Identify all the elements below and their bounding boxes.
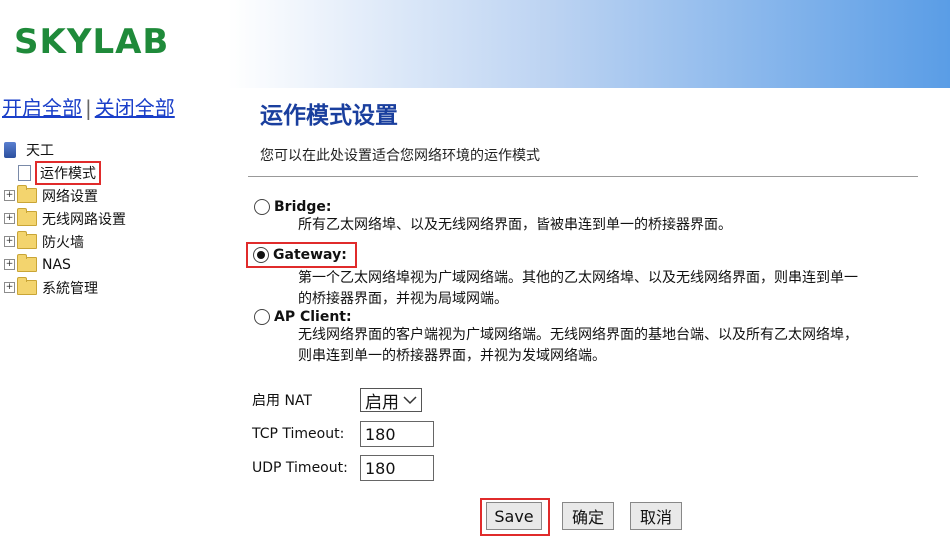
- tree-item-label: 网络设置: [42, 188, 98, 205]
- tree-item-label: 无线网路设置: [42, 211, 126, 228]
- tcp-timeout-label: TCP Timeout:: [252, 426, 345, 442]
- tree-item-label: NAS: [42, 256, 71, 273]
- udp-timeout-label: UDP Timeout:: [252, 460, 348, 476]
- udp-row: UDP Timeout: 180: [252, 455, 434, 481]
- page-icon: [18, 164, 31, 181]
- collapse-all-link[interactable]: 关闭全部: [95, 96, 175, 120]
- nat-row: 启用 NAT 启用: [252, 388, 422, 413]
- mode-gateway: Gateway: 第一个乙太网络埠视为广域网络端。其他的乙太网络埠、以及无线网络…: [246, 242, 858, 310]
- nav-tree: 天工 运作模式 + 网络设置 + 无线网路设置 + 防火墙 + NAS + 系統…: [4, 138, 126, 299]
- page-description: 您可以在此处设置适合您网络环境的运作模式: [260, 148, 540, 164]
- nat-select[interactable]: 启用: [360, 388, 422, 413]
- apclient-label[interactable]: AP Client:: [274, 309, 352, 325]
- tcp-row: TCP Timeout: 180: [252, 421, 434, 447]
- gateway-label[interactable]: Gateway:: [273, 247, 347, 263]
- sidebar: SKYLAB 开启全部 | 关闭全部 天工 运作模式 + 网络设置 + 无线网路设置…: [0, 0, 228, 539]
- gateway-highlight: Gateway:: [246, 242, 357, 268]
- nat-label: 启用 NAT: [252, 393, 312, 409]
- expand-all-link[interactable]: 开启全部: [2, 96, 82, 120]
- folder-icon: [17, 208, 37, 226]
- folder-icon: [17, 277, 37, 295]
- expand-plus-icon[interactable]: +: [4, 236, 15, 247]
- confirm-button[interactable]: 确定: [562, 502, 614, 530]
- tree-item-operation-mode[interactable]: 运作模式: [4, 160, 126, 185]
- gateway-description-line2: 的桥接器界面，并视为局域网端。: [298, 291, 508, 307]
- page-title: 运作模式设置: [260, 103, 398, 129]
- expand-plus-icon[interactable]: +: [4, 213, 15, 224]
- chevron-down-icon: [403, 396, 417, 405]
- tree-item-nas[interactable]: + NAS: [4, 253, 126, 276]
- apclient-description-line2: 则串连到单一的桥接器界面，并视为发域网络端。: [298, 348, 606, 364]
- separator: |: [85, 96, 92, 120]
- tree-item-system[interactable]: + 系統管理: [4, 276, 126, 299]
- header-banner: [228, 0, 950, 88]
- cancel-button[interactable]: 取消: [630, 502, 682, 530]
- expand-plus-icon[interactable]: +: [4, 190, 15, 201]
- tree-root-label: 天工: [26, 142, 54, 159]
- tree-item-firewall[interactable]: + 防火墙: [4, 230, 126, 253]
- tree-item-operation-mode-label: 运作模式: [35, 160, 101, 185]
- mode-apclient: AP Client: 无线网络界面的客户端视为广域网络端。无线网络界面的基地台端…: [254, 309, 858, 367]
- expand-plus-icon[interactable]: +: [4, 282, 15, 293]
- tree-item-network[interactable]: + 网络设置: [4, 184, 126, 207]
- nat-select-value: 启用: [365, 392, 399, 413]
- tree-item-wireless[interactable]: + 无线网路设置: [4, 207, 126, 230]
- bridge-description: 所有乙太网络埠、以及无线网络界面，皆被串连到单一的桥接器界面。: [298, 217, 732, 233]
- tree-toggle-links: 开启全部 | 关闭全部: [2, 92, 175, 121]
- bridge-radio[interactable]: [254, 199, 270, 215]
- folder-icon: [17, 185, 37, 203]
- gateway-description-line1: 第一个乙太网络埠视为广域网络端。其他的乙太网络埠、以及无线网络界面，则串连到单一: [298, 270, 858, 286]
- folder-icon: [17, 254, 37, 272]
- computer-icon: [4, 141, 16, 158]
- tree-item-label: 防火墙: [42, 234, 84, 251]
- expand-plus-icon[interactable]: +: [4, 259, 15, 270]
- apclient-radio[interactable]: [254, 309, 270, 325]
- tree-root[interactable]: 天工: [4, 138, 126, 161]
- bridge-label[interactable]: Bridge:: [274, 199, 332, 215]
- tree-item-label: 系統管理: [42, 280, 98, 297]
- folder-icon: [17, 231, 37, 249]
- tcp-timeout-input[interactable]: 180: [360, 421, 434, 447]
- divider: [248, 176, 918, 177]
- udp-timeout-input[interactable]: 180: [360, 455, 434, 481]
- apclient-description-line1: 无线网络界面的客户端视为广域网络端。无线网络界面的基地台端、以及所有乙太网络埠，: [298, 327, 858, 343]
- skylab-logo: SKYLAB: [14, 22, 170, 62]
- mode-bridge: Bridge: 所有乙太网络埠、以及无线网络界面，皆被串连到单一的桥接器界面。: [254, 199, 732, 236]
- save-button[interactable]: Save: [486, 502, 542, 530]
- gateway-radio[interactable]: [253, 247, 269, 263]
